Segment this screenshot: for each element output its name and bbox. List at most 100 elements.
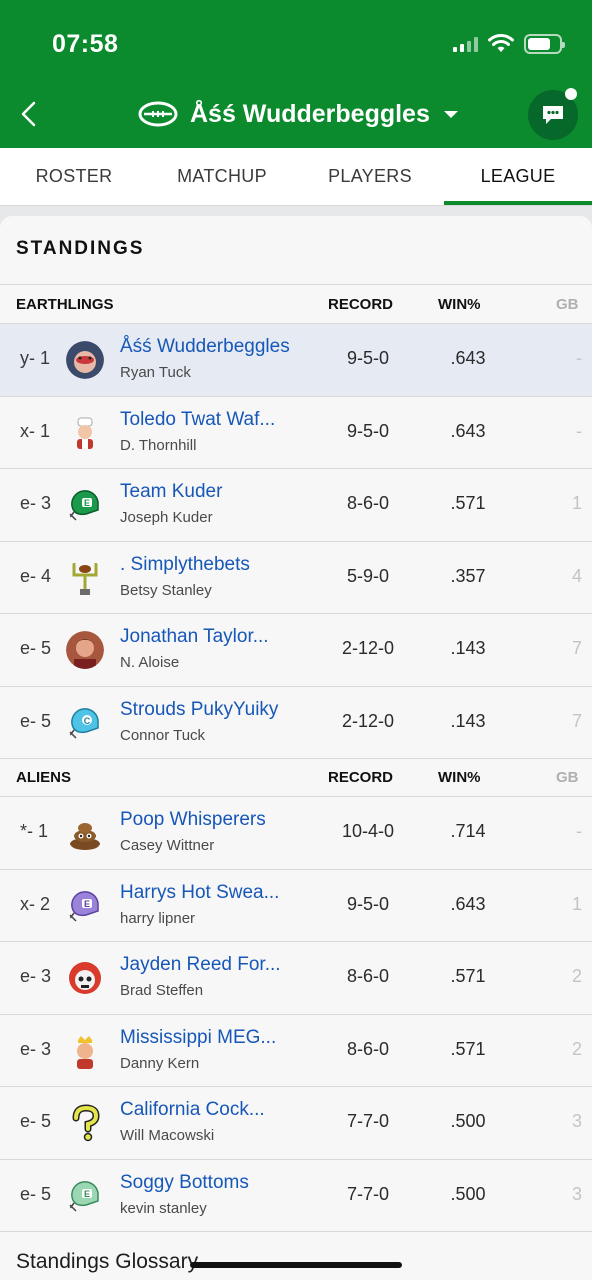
standings-row[interactable]: e- 5 E Soggy Bottoms kevin stanley 7-7-0 .500… bbox=[0, 1159, 592, 1232]
standings-row[interactable]: e- 5 Jonathan Taylor... N. Aloise 2-12-0 .14… bbox=[0, 614, 592, 687]
owner-name: Ryan Tuck bbox=[120, 364, 191, 381]
win-pct-value: .643 bbox=[450, 348, 486, 368]
win-pct-column-header[interactable]: WIN% bbox=[438, 769, 481, 786]
king-avatar-icon bbox=[66, 1032, 104, 1070]
record-column-header[interactable]: RECORD bbox=[328, 296, 393, 313]
standings-row[interactable]: *- 1 Poop Whisperers Casey Wittner 10-4-0 .7… bbox=[0, 797, 592, 870]
win-pct-value: .571 bbox=[450, 966, 486, 986]
team-name-link[interactable]: Åśś Wudderbeggles bbox=[120, 336, 290, 358]
tab-league[interactable]: LEAGUE bbox=[444, 148, 592, 205]
owner-name: Brad Steffen bbox=[120, 982, 204, 999]
team-name-link[interactable]: Poop Whisperers bbox=[120, 809, 266, 831]
owner-name: kevin stanley bbox=[120, 1199, 207, 1217]
owner-name: Connor Tuck bbox=[120, 726, 206, 744]
division-header-aliens: ALIENS RECORD WIN% GB bbox=[0, 757, 592, 797]
games-back-value: - bbox=[576, 348, 582, 368]
team-switcher[interactable]: Åśś Wudderbeggles bbox=[138, 96, 460, 132]
signal-icon bbox=[453, 36, 478, 52]
status-icons bbox=[453, 34, 565, 54]
record-value: 9-5-0 bbox=[346, 893, 390, 914]
seed-label: x- 1 bbox=[20, 420, 51, 441]
standings-row[interactable]: e- 3 Mississippi MEG... Danny Kern 8-6-0 .57… bbox=[0, 1014, 592, 1087]
standings-glossary-link[interactable]: Standings Glossary bbox=[16, 1250, 198, 1274]
seed-label: e- 3 bbox=[20, 1038, 52, 1059]
gb-column-header[interactable]: GB bbox=[556, 769, 579, 786]
standings-row[interactable]: e- 4 . Simplythebets Betsy Stanley 5-9-0 .35… bbox=[0, 541, 592, 614]
win-pct-value: .714 bbox=[450, 821, 486, 841]
standings-row[interactable]: e- 5 California Cock... Will Macowski 7-7-0… bbox=[0, 1087, 592, 1160]
record-value: 8-6-0 bbox=[346, 493, 390, 513]
record-value: 2-12-0 bbox=[341, 638, 395, 658]
chat-bubble-icon bbox=[543, 106, 563, 124]
status-time: 07:58 bbox=[52, 30, 119, 58]
owner-name: Joseph Kuder bbox=[120, 509, 213, 526]
gb-column-header[interactable]: GB bbox=[556, 296, 579, 313]
page-title: Åśś Wudderbeggles bbox=[190, 99, 430, 128]
win-pct-value: .500 bbox=[450, 1111, 486, 1131]
chef-avatar-icon bbox=[66, 413, 104, 452]
back-chevron-icon[interactable] bbox=[18, 100, 40, 128]
team-name-link[interactable]: California Cock... bbox=[120, 1099, 265, 1121]
team-name-link[interactable]: . Simplythebets bbox=[120, 554, 250, 576]
games-back-value: 1 bbox=[571, 893, 582, 914]
record-value: 8-6-0 bbox=[346, 966, 390, 986]
games-back-value: 1 bbox=[571, 493, 582, 513]
mint-helmet-icon: E bbox=[66, 1177, 104, 1215]
owner-name: Will Macowski bbox=[120, 1127, 215, 1144]
team-name-link[interactable]: Team Kuder bbox=[120, 481, 222, 503]
record-value: 9-5-0 bbox=[346, 420, 390, 441]
games-back-value: 2 bbox=[571, 1038, 582, 1059]
win-pct-value: .143 bbox=[450, 638, 486, 658]
owner-name: Betsy Stanley bbox=[120, 581, 212, 599]
team-name-link[interactable]: Toledo Twat Waf... bbox=[120, 409, 275, 431]
win-pct-value: .143 bbox=[450, 710, 486, 731]
record-value: 10-4-0 bbox=[341, 821, 395, 841]
owner-name: N. Aloise bbox=[120, 654, 180, 671]
standings-row[interactable]: y- 1 Åśś Wudderbeggles Ryan Tuck 9-5-0 .643 - bbox=[0, 324, 592, 397]
win-pct-column-header[interactable]: WIN% bbox=[438, 296, 481, 313]
seed-label: e- 5 bbox=[20, 710, 52, 731]
standings-row[interactable]: x- 1 Toledo Twat Waf... D. Thornhill 9-5-0.… bbox=[0, 396, 592, 469]
team-name-link[interactable]: Soggy Bottoms bbox=[120, 1172, 249, 1194]
seed-label: x- 2 bbox=[20, 893, 51, 914]
app-header: 07:58 Åśś Wudderbeggles bbox=[0, 0, 592, 148]
face-avatar-icon bbox=[66, 341, 104, 379]
chevron-down-icon bbox=[443, 111, 458, 118]
wifi-icon bbox=[488, 34, 514, 52]
green-helmet-icon: E bbox=[66, 486, 104, 524]
games-back-value: 7 bbox=[571, 638, 582, 658]
games-back-value: - bbox=[576, 821, 582, 841]
games-back-value: 4 bbox=[571, 565, 582, 586]
record-column-header[interactable]: RECORD bbox=[328, 769, 393, 786]
team-name-link[interactable]: Jayden Reed For... bbox=[120, 954, 281, 976]
record-value: 9-5-0 bbox=[346, 348, 390, 368]
owner-name: D. Thornhill bbox=[120, 436, 197, 454]
battery-icon bbox=[524, 34, 565, 54]
win-pct-value: .643 bbox=[450, 420, 486, 441]
division-name: ALIENS bbox=[16, 769, 72, 786]
win-pct-value: .643 bbox=[450, 893, 486, 914]
tab-players[interactable]: PLAYERS bbox=[296, 148, 444, 205]
record-value: 5-9-0 bbox=[346, 565, 390, 586]
notification-dot bbox=[565, 88, 577, 100]
team-name-link[interactable]: Jonathan Taylor... bbox=[120, 626, 269, 648]
purple-helmet-icon: E bbox=[66, 887, 104, 925]
standings-row[interactable]: e- 3 Jayden Reed For... Brad Steffen 8-6-0.… bbox=[0, 942, 592, 1015]
team-name-link[interactable]: Harrys Hot Swea... bbox=[120, 882, 279, 904]
seed-label: e- 3 bbox=[20, 493, 52, 513]
tab-matchup[interactable]: MATCHUP bbox=[148, 148, 296, 205]
standings-row[interactable]: e- 5 C Strouds PukyYuiky Connor Tuck 2-12-0.… bbox=[0, 686, 592, 759]
seed-label: e- 4 bbox=[20, 565, 52, 586]
standings-row[interactable]: x- 2 E Harrys Hot Swea... harry lipner 9-5-0… bbox=[0, 869, 592, 942]
team-name-link[interactable]: Mississippi MEG... bbox=[120, 1027, 276, 1049]
team-name-link[interactable]: Strouds PukyYuiky bbox=[120, 699, 278, 721]
poop-avatar-icon bbox=[66, 814, 104, 852]
blue-helmet-icon: C bbox=[66, 704, 104, 742]
games-back-value: 3 bbox=[571, 1183, 582, 1204]
standings-row[interactable]: e- 3 E Team Kuder Joseph Kuder 8-6-0 .571 1 bbox=[0, 469, 592, 542]
games-back-value: 2 bbox=[571, 966, 582, 986]
svg-text:E: E bbox=[84, 498, 90, 508]
tab-roster[interactable]: ROSTER bbox=[0, 148, 148, 205]
win-pct-value: .357 bbox=[450, 565, 486, 586]
games-back-value: 7 bbox=[571, 710, 582, 731]
